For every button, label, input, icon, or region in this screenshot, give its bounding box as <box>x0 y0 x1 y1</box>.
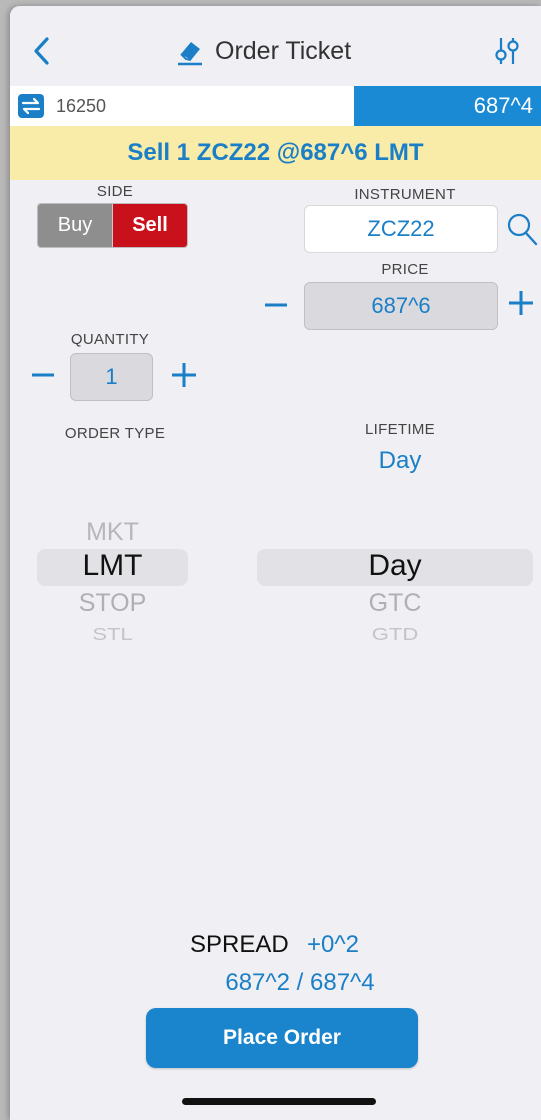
lifetime-option[interactable]: GTD <box>257 624 533 642</box>
order-summary-banner: Sell 1 ZCZ22 @687^6 LMT <box>10 126 541 180</box>
order-type-label: ORDER TYPE <box>64 425 166 442</box>
page-title: Order Ticket <box>215 36 352 65</box>
price-increment-button[interactable] <box>508 290 534 321</box>
spread-value: +0^2 <box>307 931 359 958</box>
chevron-left-icon <box>34 37 49 65</box>
plus-icon <box>509 291 533 315</box>
sell-button[interactable]: Sell <box>113 204 187 247</box>
minus-icon <box>265 303 287 307</box>
side-label: SIDE <box>96 183 134 200</box>
place-order-button[interactable]: Place Order <box>146 1008 418 1068</box>
home-indicator <box>182 1098 376 1105</box>
order-type-option[interactable]: STL <box>37 624 188 642</box>
sliders-icon <box>495 38 519 64</box>
swap-button[interactable] <box>17 93 45 119</box>
price-decrement-button[interactable] <box>264 291 288 320</box>
order-ticket-screen: Order Ticket 16250 687^4 Sell 1 ZCZ22 @6… <box>10 6 541 1120</box>
spread-label: SPREAD <box>190 931 289 958</box>
settings-button[interactable] <box>492 34 522 68</box>
instrument-input[interactable]: ZCZ22 <box>304 205 498 253</box>
nav-header: Order Ticket <box>10 6 541 86</box>
quantity-input[interactable]: 1 <box>70 353 153 401</box>
title-group: Order Ticket <box>175 34 351 68</box>
swap-arrows-icon <box>18 94 44 118</box>
last-price: 687^4 <box>354 86 541 126</box>
minus-icon <box>32 373 54 377</box>
lifetime-value[interactable]: Day <box>340 447 460 475</box>
order-type-option[interactable]: STOP <box>37 589 188 618</box>
lifetime-label: LIFETIME <box>365 421 435 438</box>
price-label: PRICE <box>381 261 429 278</box>
instrument-label: INSTRUMENT <box>354 186 456 203</box>
plus-icon <box>172 363 196 387</box>
price-input[interactable]: 687^6 <box>304 282 498 330</box>
eraser-icon <box>178 42 202 66</box>
order-type-option-selected[interactable]: LMT <box>37 549 188 583</box>
quantity-increment-button[interactable] <box>171 362 197 393</box>
quote-bar: 16250 687^4 <box>10 86 541 126</box>
order-type-option[interactable]: MKT <box>37 518 188 547</box>
side-toggle: Buy Sell <box>37 203 188 248</box>
account-value: 16250 <box>56 96 107 116</box>
quantity-decrement-button[interactable] <box>31 363 55 392</box>
lifetime-option[interactable]: GTC <box>257 589 533 618</box>
search-icon <box>507 213 538 246</box>
quantity-label: QUANTITY <box>70 331 150 348</box>
lifetime-option-selected[interactable]: Day <box>257 549 533 583</box>
instrument-search-button[interactable] <box>505 211 539 247</box>
bid-ask-display: 687^2 / 687^4 <box>225 969 375 996</box>
back-button[interactable] <box>30 34 54 68</box>
buy-button[interactable]: Buy <box>38 204 113 247</box>
